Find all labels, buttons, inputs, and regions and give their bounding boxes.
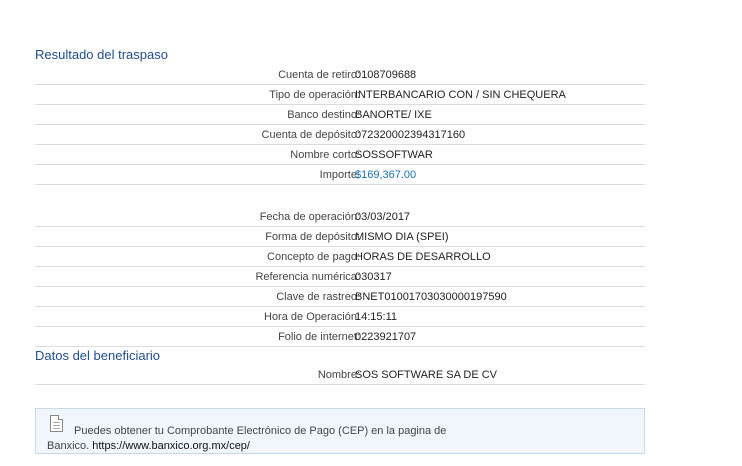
tipo-operacion-label: Tipo de operación: [269, 89, 360, 101]
cep-notice-text: Puedes obtener tu Comprobante Electrónic… [74, 425, 447, 437]
beneficiario-nombre-label: Nombre: [317, 369, 360, 381]
beneficiary-title: Datos del beneficiario [35, 348, 161, 363]
folio-internet-value: 0223921707 [355, 331, 417, 343]
hora-operacion-value: 14:15:11 [355, 311, 398, 323]
hora-operacion-label: Hora de Operación: [264, 311, 360, 323]
row-folio-internet: Folio de internet: 0223921707 [35, 326, 645, 347]
row-importe: Importe: $169,367.00 [35, 164, 645, 185]
importe-label: Importe: [319, 169, 360, 181]
referencia-numerica-value: 030317 [355, 271, 392, 283]
cep-notice: Puedes obtener tu Comprobante Electrónic… [35, 408, 645, 454]
row-banco-destino: Banco destino: BANORTE/ IXE [35, 104, 645, 125]
cuenta-deposito-value: 072320002394317160 [355, 129, 466, 141]
row-hora-operacion: Hora de Operación: 14:15:11 [35, 306, 645, 327]
document-icon [50, 415, 63, 432]
row-cuenta-retiro: Cuenta de retiro: 0108709688 [35, 64, 645, 85]
concepto-pago-label: Concepto de pago: [267, 251, 360, 263]
beneficiario-nombre-value: SOS SOFTWARE SA DE CV [355, 369, 498, 381]
forma-deposito-label: Forma de depósito: [265, 231, 360, 243]
row-cuenta-deposito: Cuenta de depósito: 072320002394317160 [35, 124, 645, 145]
referencia-numerica-label: Referencia numérica: [255, 271, 360, 283]
clave-rastreo-label: Clave de rastreo: [276, 291, 360, 303]
nombre-corto-label: Nombre corto: [290, 149, 360, 161]
importe-value: $169,367.00 [355, 169, 417, 181]
banco-destino-label: Banco destino: [287, 109, 360, 121]
fecha-operacion-value: 03/03/2017 [355, 211, 411, 223]
fecha-operacion-label: Fecha de operación: [259, 211, 360, 223]
concepto-pago-value: HORAS DE DESARROLLO [355, 251, 491, 263]
row-concepto-pago: Concepto de pago: HORAS DE DESARROLLO [35, 246, 645, 267]
row-tipo-operacion: Tipo de operación: INTERBANCARIO CON / S… [35, 84, 645, 105]
row-forma-deposito: Forma de depósito: MISMO DIA (SPEI) [35, 226, 645, 247]
row-beneficiario-nombre: Nombre: SOS SOFTWARE SA DE CV [35, 364, 645, 385]
row-nombre-corto: Nombre corto: SOSSOFTWAR [35, 144, 645, 165]
transfer-result-title: Resultado del traspaso [35, 47, 168, 62]
row-referencia-numerica: Referencia numérica: 030317 [35, 266, 645, 287]
cuenta-deposito-label: Cuenta de depósito: [261, 129, 360, 141]
cep-notice-prefix: Banxico. [47, 440, 93, 452]
cep-notice-text-2: Banxico. https://www.banxico.org.mx/cep/ [47, 440, 250, 452]
forma-deposito-value: MISMO DIA (SPEI) [355, 231, 449, 243]
clave-rastreo-value: BNET01001703030000197590 [355, 291, 507, 303]
row-fecha-operacion: Fecha de operación: 03/03/2017 [35, 206, 645, 227]
banco-destino-value: BANORTE/ IXE [355, 109, 432, 121]
tipo-operacion-value: INTERBANCARIO CON / SIN CHEQUERA [355, 89, 566, 101]
banxico-url[interactable]: https://www.banxico.org.mx/cep/ [92, 440, 250, 452]
row-clave-rastreo: Clave de rastreo: BNET010017030300001975… [35, 286, 645, 307]
cuenta-retiro-value: 0108709688 [355, 69, 417, 81]
nombre-corto-value: SOSSOFTWAR [355, 149, 433, 161]
cuenta-retiro-label: Cuenta de retiro: [278, 69, 360, 81]
folio-internet-label: Folio de internet: [278, 331, 360, 343]
